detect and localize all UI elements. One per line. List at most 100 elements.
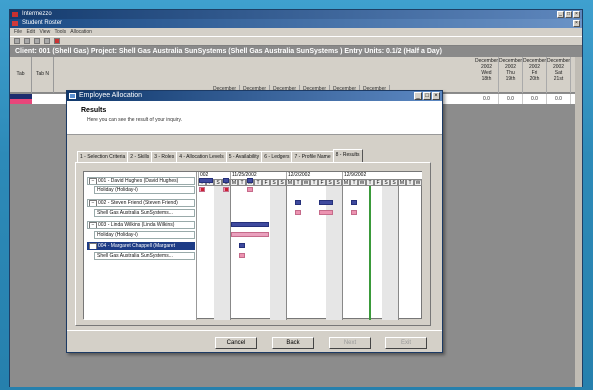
minimize-icon[interactable]: _ [557,11,564,18]
calendar-body [198,172,422,320]
tree-item-employee-selected[interactable]: 004 - Margaret Chappell (Margaret [87,242,195,250]
tab-skills[interactable]: 2 - Skills [127,151,153,162]
tree-item-employee[interactable]: 003 - Linda Wilkins (Linda Wilkins) [87,221,195,229]
allocation-bar[interactable] [231,232,269,237]
today-marker [369,186,371,320]
day-header[interactable]: December 2002 Sat 21st [547,57,571,93]
allocation-bar[interactable] [319,210,333,215]
day-column [382,186,390,320]
tree-item-allocation[interactable]: Shell Gas Australia SunSystems... [94,252,195,260]
day-column [206,186,214,320]
tree-item-employee[interactable]: 002 - Steven Friend (Steven Friend) [87,199,195,207]
day-column [302,186,310,320]
day-column [390,186,398,320]
day-header[interactable]: December 2002 Thu 19th [499,57,523,93]
dialog-title-bar: Employee Allocation _ □ × [67,91,442,101]
exit-button[interactable]: Exit [385,337,427,349]
back-button[interactable]: Back [272,337,314,349]
day-column [278,186,286,320]
allocation-bar[interactable] [231,222,269,227]
allocation-bar[interactable] [199,178,213,183]
allocation-bar[interactable] [247,178,253,183]
wizard-tabs: 1 - Selection Criteria 2 - Skills 3 - Ro… [77,149,363,162]
day-column [246,186,254,320]
day-column [342,186,350,320]
day-column [254,186,262,320]
vertical-scrollbar[interactable] [575,57,582,387]
dialog-close-icon[interactable]: × [432,92,440,100]
day-header[interactable]: December 2002 Wed 18th [475,57,499,93]
tab-results[interactable]: 8 - Results [332,149,363,162]
app-icon [12,12,18,17]
day-header-date: 21st [553,76,564,82]
day-column [262,186,270,320]
tab-ledgers[interactable]: 6 - Ledgers [261,151,293,162]
tab-allocation-levels[interactable]: 4 - Allocation Levels [176,151,227,162]
allocation-bar[interactable] [351,210,357,215]
row-color-marker [10,99,32,104]
tab-profile-name[interactable]: 7 - Profile Name [291,151,334,162]
tree-item-employee[interactable]: 001 - David Hughes (David Hughes) [87,177,195,185]
menu-bar[interactable]: File Edit View Tools Allocation [10,28,582,36]
tree-item-allocation[interactable]: Shell Gas Australia SunSystems... [94,209,195,217]
dialog-maximize-icon[interactable]: □ [423,92,431,100]
dialog-header: Results Here you can see the result of y… [67,101,442,135]
day-column [326,186,334,320]
table-cell[interactable]: 0.0 [475,94,499,104]
allocation-bar[interactable] [239,243,245,248]
day-column [198,186,206,320]
cut-icon[interactable] [24,38,30,44]
day-header-date: 20th [529,76,540,82]
dialog-title: Employee Allocation [79,92,143,99]
table-cell[interactable]: 0.0 [523,94,547,104]
results-panel: 001 - David Hughes (David Hughes) Holida… [75,162,431,326]
tree-item-allocation[interactable]: Holiday (Holiday-i) [94,186,195,194]
paste-icon[interactable] [44,38,50,44]
employee-allocation-dialog: Employee Allocation _ □ × Results Here y… [66,90,443,353]
day-header-date: 19th [505,76,516,82]
day-column [350,186,358,320]
day-column [358,186,366,320]
toolbar [10,36,582,46]
tab-availability[interactable]: 5 - Availability [225,151,263,162]
allocation-bar[interactable] [351,200,357,205]
day-column [374,186,382,320]
tab-selection-criteria[interactable]: 1 - Selection Criteria [77,151,129,162]
app-title: Intermezzo [22,11,52,17]
tab-roles[interactable]: 3 - Roles [151,151,178,162]
day-column [318,186,326,320]
delete-icon[interactable] [54,38,60,44]
day-column [286,186,294,320]
dialog-icon [69,93,76,99]
day-column [406,186,414,320]
day-header[interactable]: December 2002 Fri 20th [523,57,547,93]
tab-name-column-header[interactable]: Tab N [32,57,54,93]
dialog-minimize-icon[interactable]: _ [414,92,422,100]
close-icon[interactable]: × [573,11,580,18]
day-column [222,186,230,320]
table-cell[interactable]: 0.0 [499,94,523,104]
next-button[interactable]: Next [329,337,371,349]
dialog-footer: Cancel Back Next Exit [67,330,442,352]
child-icon [12,21,18,26]
day-column [398,186,406,320]
tree-item-allocation[interactable]: Holiday (Holiday-i) [94,231,195,239]
allocation-bar[interactable] [295,200,301,205]
employee-tree: 001 - David Hughes (David Hughes) Holida… [84,172,197,320]
allocation-bar[interactable] [319,200,333,205]
tab-column-header[interactable]: Tab [10,57,32,93]
allocation-bar[interactable] [295,210,301,215]
child-close-icon[interactable]: × [573,20,580,27]
grid-header: Tab Tab N December 2002 Wed 18th Decembe… [10,57,582,94]
day-column [414,186,422,320]
day-column [270,186,278,320]
copy-icon[interactable] [34,38,40,44]
allocation-bar[interactable] [239,253,245,258]
day-column [230,186,238,320]
table-cell[interactable]: 0.0 [547,94,571,104]
print-icon[interactable] [14,38,20,44]
cancel-button[interactable]: Cancel [215,337,257,349]
allocation-bar[interactable] [223,178,229,183]
allocation-bar[interactable] [247,187,253,192]
maximize-icon[interactable]: □ [565,11,572,18]
